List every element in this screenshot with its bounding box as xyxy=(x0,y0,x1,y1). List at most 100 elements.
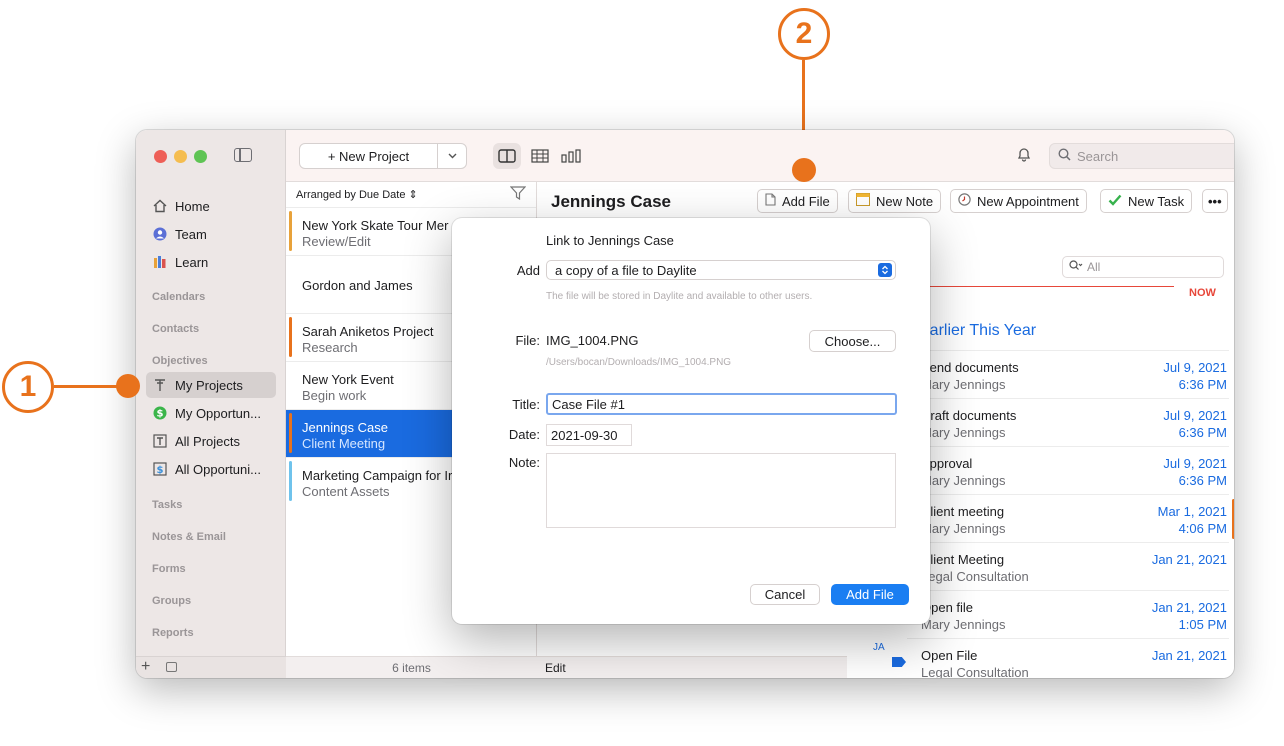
title-input[interactable]: Case File #1 xyxy=(546,393,897,415)
sidebar-toggle-icon[interactable] xyxy=(234,148,252,162)
timeline-row[interactable]: Draft documents Mary Jennings Jul 9, 202… xyxy=(907,398,1229,446)
add-file-confirm-button[interactable]: Add File xyxy=(831,584,909,605)
bell-icon[interactable] xyxy=(1016,146,1032,167)
status-bar xyxy=(289,413,292,453)
split-view-button[interactable] xyxy=(493,143,521,169)
file-path: /Users/bocan/Downloads/IMG_1004.PNG xyxy=(546,357,732,368)
sidebar-section-objectives[interactable]: Objectives xyxy=(152,355,208,367)
all-projects-icon xyxy=(152,433,168,449)
sidebar-item-team[interactable]: Team xyxy=(146,221,276,247)
new-project-button[interactable]: + New Project xyxy=(299,143,467,169)
chevron-down-icon[interactable] xyxy=(438,153,466,159)
timeline-accent-bar xyxy=(1232,499,1234,539)
add-label: Add xyxy=(516,263,540,278)
note-textarea[interactable] xyxy=(546,453,896,528)
sort-arrows-icon: ⇕ xyxy=(408,189,418,201)
new-appointment-button[interactable]: New Appointment xyxy=(950,189,1087,213)
dialog-title: Link to Jennings Case xyxy=(546,233,674,248)
sidebar-item-my-projects[interactable]: My Projects xyxy=(146,372,276,398)
date-input[interactable]: 2021-09-30 xyxy=(546,424,632,446)
clock-icon xyxy=(958,193,971,209)
flag-icon xyxy=(892,657,906,667)
calendar-icon[interactable] xyxy=(166,662,177,672)
timeline-month-label: JA xyxy=(873,642,885,653)
item-count: 6 items xyxy=(286,656,537,678)
note-icon xyxy=(856,193,870,209)
choose-button[interactable]: Choose... xyxy=(809,330,896,352)
sidebar-item-all-opportunities[interactable]: $ All Opportuni... xyxy=(146,456,276,482)
home-icon xyxy=(152,198,168,214)
timeline-row[interactable]: Open File Legal Consultation Jan 21, 202… xyxy=(907,638,1229,678)
zoom-window-button[interactable] xyxy=(194,150,207,163)
close-window-button[interactable] xyxy=(154,150,167,163)
board-view-button[interactable] xyxy=(558,143,586,169)
status-bar xyxy=(289,317,292,357)
callout-one: 1 xyxy=(2,361,54,413)
status-bar xyxy=(289,461,292,501)
new-task-button[interactable]: New Task xyxy=(1100,189,1193,213)
checkmark-icon xyxy=(1108,194,1122,209)
board-view-icon xyxy=(561,149,581,163)
add-file-button[interactable]: Add File xyxy=(757,189,838,213)
callout-two: 2 xyxy=(778,8,830,60)
sidebar-item-home[interactable]: Home xyxy=(146,193,276,219)
select-arrows-icon xyxy=(878,263,892,277)
document-icon xyxy=(765,193,776,209)
timeline-row[interactable]: Approval Mary Jennings Jul 9, 2021 6:36 … xyxy=(907,446,1229,494)
sidebar-section-forms[interactable]: Forms xyxy=(152,563,186,575)
add-type-select[interactable]: a copy of a file to Daylite xyxy=(546,260,896,280)
team-icon xyxy=(152,226,168,242)
timeline-filter[interactable]: All xyxy=(1062,256,1224,278)
file-name: IMG_1004.PNG xyxy=(546,333,639,348)
timeline-section-title: Earlier This Year xyxy=(919,322,1037,339)
split-view-icon xyxy=(498,149,516,163)
sidebar-item-learn[interactable]: Learn xyxy=(146,249,276,275)
add-hint: The file will be stored in Daylite and a… xyxy=(546,291,813,302)
timeline-row[interactable]: Open file Mary Jennings Jan 21, 2021 1:0… xyxy=(907,590,1229,638)
timeline-row[interactable]: Client Meeting Legal Consultation Jan 21… xyxy=(907,542,1229,590)
sidebar-section-tasks[interactable]: Tasks xyxy=(152,499,182,511)
filter-icon[interactable] xyxy=(509,186,527,203)
sidebar-item-my-opportunities[interactable]: $ My Opportun... xyxy=(146,400,276,426)
title-label: Title: xyxy=(512,397,540,412)
detail-title: Jennings Case xyxy=(551,192,671,211)
table-view-icon xyxy=(531,149,549,163)
sidebar-section-calendars[interactable]: Calendars xyxy=(152,291,205,303)
file-label: File: xyxy=(515,333,540,348)
more-icon: ••• xyxy=(1208,193,1222,209)
status-bar xyxy=(289,211,292,251)
table-view-button[interactable] xyxy=(526,143,554,169)
add-icon[interactable]: + xyxy=(141,658,150,676)
search-filter-icon xyxy=(1069,260,1083,274)
more-button[interactable]: ••• xyxy=(1202,189,1228,213)
callout-one-dot xyxy=(116,374,140,398)
sidebar-section-reports[interactable]: Reports xyxy=(152,627,194,639)
callout-two-dot xyxy=(792,158,816,182)
sidebar-bottom-bar: + xyxy=(136,656,286,678)
timeline-row[interactable]: Client meeting Mary Jennings Mar 1, 2021… xyxy=(907,494,1234,542)
projects-icon xyxy=(152,377,168,393)
sort-header[interactable]: Arranged by Due Date ⇕ xyxy=(286,182,536,208)
new-project-label[interactable]: + New Project xyxy=(300,144,438,168)
new-note-button[interactable]: New Note xyxy=(848,189,942,213)
date-label: Date: xyxy=(508,427,540,442)
svg-text:$: $ xyxy=(157,465,164,476)
edit-footer[interactable]: Edit xyxy=(537,656,847,678)
sidebar-section-groups[interactable]: Groups xyxy=(152,595,191,607)
svg-text:$: $ xyxy=(157,409,164,420)
dollar-icon: $ xyxy=(152,405,168,421)
sidebar-section-notes-email[interactable]: Notes & Email xyxy=(152,531,226,543)
learn-icon xyxy=(152,254,168,270)
sidebar-item-all-projects[interactable]: All Projects xyxy=(146,428,276,454)
link-file-dialog: Link to Jennings Case Add a copy of a fi… xyxy=(452,218,930,624)
cancel-button[interactable]: Cancel xyxy=(750,584,820,605)
toolbar: + New Project Search xyxy=(286,130,1234,182)
search-field[interactable]: Search xyxy=(1049,143,1234,169)
now-label: NOW xyxy=(1189,287,1216,299)
sort-label[interactable]: Arranged by Due Date ⇕ xyxy=(296,188,418,201)
all-opportunities-icon: $ xyxy=(152,461,168,477)
minimize-window-button[interactable] xyxy=(174,150,187,163)
timeline-row[interactable]: Send documents Mary Jennings Jul 9, 2021… xyxy=(907,350,1229,398)
note-label: Note: xyxy=(508,455,540,470)
sidebar-section-contacts[interactable]: Contacts xyxy=(152,323,199,335)
